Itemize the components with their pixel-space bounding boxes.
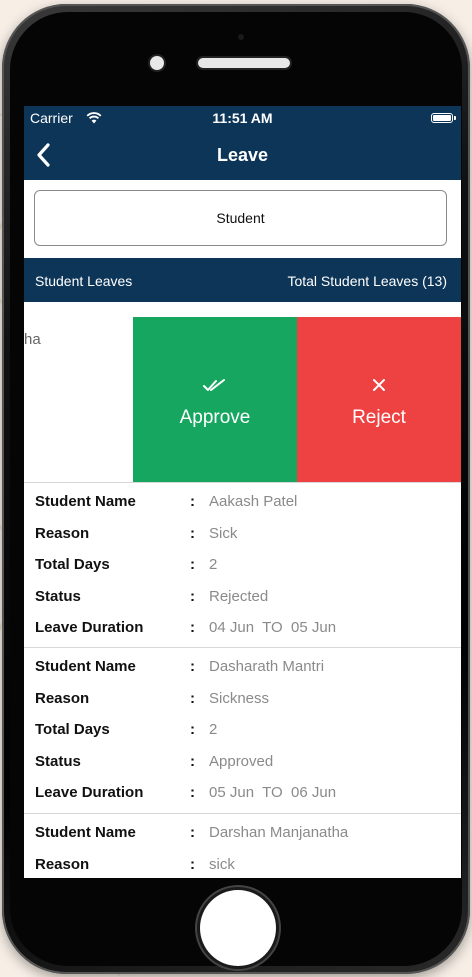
total-days-value: 2	[209, 721, 218, 738]
close-icon	[373, 379, 385, 391]
colon: :	[190, 690, 195, 707]
leave-record[interactable]: Student Name : Dasharath Mantri Reason :…	[24, 647, 461, 813]
total-days-label: Total Days	[35, 556, 110, 573]
leave-type-selector[interactable]: Student	[34, 190, 447, 246]
reason-value: sick	[209, 856, 235, 873]
colon: :	[190, 556, 195, 573]
record-line-total-days: Total Days : 2	[35, 556, 455, 580]
status-label: Status	[35, 753, 81, 770]
earpiece-speaker	[198, 58, 290, 68]
double-check-icon	[203, 379, 225, 391]
leave-record[interactable]: Student Name : Aakash Patel Reason : Sic…	[24, 482, 461, 647]
total-days-value: 2	[209, 556, 218, 573]
record-line-reason: Reason : sick	[35, 856, 455, 878]
reason-label: Reason	[35, 525, 90, 542]
home-button[interactable]	[200, 890, 276, 966]
approve-button[interactable]: Approve	[133, 317, 297, 482]
reject-button[interactable]: Reject	[297, 317, 461, 482]
swiped-leave-row[interactable]: ha Approve Reject	[24, 317, 461, 482]
leave-record[interactable]: Student Name : Darshan Manjanatha Reason…	[24, 813, 461, 878]
colon: :	[190, 588, 195, 605]
student-name-value: Aakash Patel	[209, 493, 298, 510]
reason-label: Reason	[35, 856, 90, 873]
reason-value: Sickness	[209, 690, 270, 707]
status-value: Approved	[209, 753, 274, 770]
front-camera	[150, 56, 164, 70]
reject-label: Reject	[352, 407, 406, 428]
section-header: Student Leaves Total Student Leaves (13)	[24, 258, 461, 302]
status-label: Status	[35, 588, 81, 605]
colon: :	[190, 493, 195, 510]
colon: :	[190, 619, 195, 636]
colon: :	[190, 784, 195, 801]
colon: :	[190, 525, 195, 542]
record-line-status: Status : Approved	[35, 753, 455, 777]
total-leaves-count: Total Student Leaves (13)	[287, 273, 447, 289]
status-bar: Carrier 11:51 AM	[24, 106, 461, 130]
reason-label: Reason	[35, 690, 90, 707]
student-name-value: Dasharath Mantri	[209, 658, 325, 675]
status-value: Rejected	[209, 588, 269, 605]
record-line-total-days: Total Days : 2	[35, 721, 455, 745]
record-line-leave-duration: Leave Duration : 04 Jun TO 05 Jun	[35, 619, 455, 643]
status-time: 11:51 AM	[212, 110, 273, 126]
navigation-bar: Leave	[24, 130, 461, 180]
reason-value: Sick	[209, 525, 238, 542]
total-days-label: Total Days	[35, 721, 110, 738]
colon: :	[190, 721, 195, 738]
student-leaves-label: Student Leaves	[35, 273, 133, 289]
record-line-student-name: Student Name : Dasharath Mantri	[35, 658, 455, 682]
record-line-status: Status : Rejected	[35, 588, 455, 612]
colon: :	[190, 824, 195, 841]
leave-duration-value: 04 Jun TO 05 Jun	[209, 619, 337, 636]
student-name-label: Student Name	[35, 658, 136, 675]
student-name-label: Student Name	[35, 824, 136, 841]
app-screen: Carrier 11:51 AM Leave Student Student L…	[24, 106, 461, 878]
record-line-student-name: Student Name : Aakash Patel	[35, 493, 455, 517]
record-line-reason: Reason : Sickness	[35, 690, 455, 714]
leave-duration-label: Leave Duration	[35, 784, 144, 801]
colon: :	[190, 753, 195, 770]
page-title: Leave	[216, 145, 269, 165]
battery-icon	[431, 113, 456, 123]
student-name-label: Student Name	[35, 493, 136, 510]
record-line-leave-duration: Leave Duration : 05 Jun TO 06 Jun	[35, 784, 455, 808]
student-name-value: Darshan Manjanatha	[209, 824, 349, 841]
approve-label: Approve	[179, 407, 251, 428]
peek-text: ha	[24, 331, 41, 348]
record-line-student-name: Student Name : Darshan Manjanatha	[35, 824, 455, 848]
record-line-reason: Reason : Sick	[35, 525, 455, 549]
colon: :	[190, 658, 195, 675]
leave-duration-value: 05 Jun TO 06 Jun	[209, 784, 337, 801]
proximity-sensor	[238, 34, 244, 40]
leave-duration-label: Leave Duration	[35, 619, 144, 636]
colon: :	[190, 856, 195, 873]
